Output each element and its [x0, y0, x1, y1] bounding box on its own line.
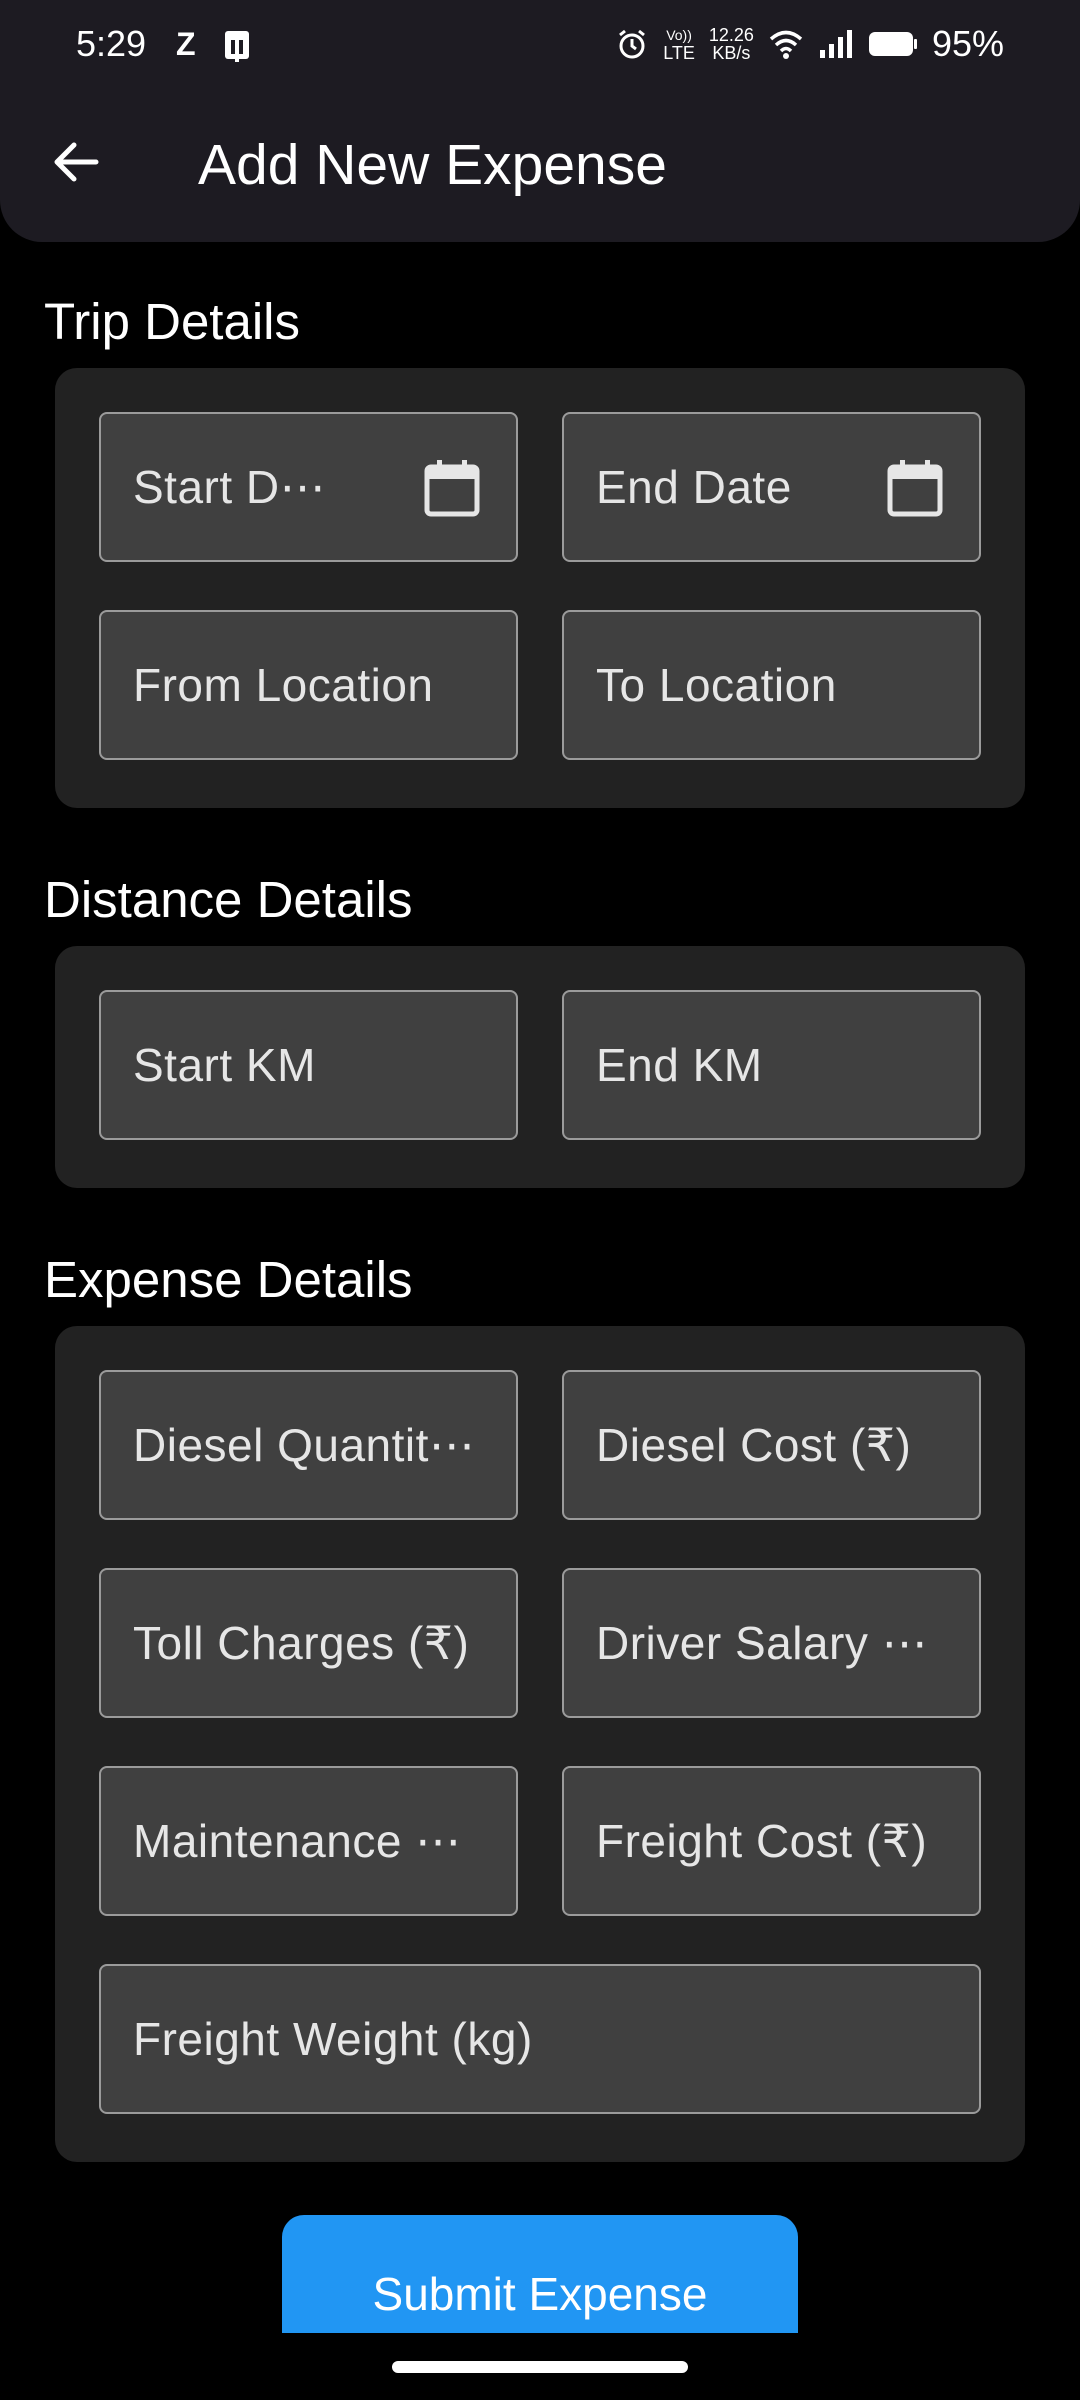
back-button[interactable]: [36, 122, 116, 202]
diesel-quantity-label: Diesel Quantit⋯: [133, 1419, 476, 1471]
battery-percent: 95%: [931, 23, 1004, 64]
maintenance-label: Maintenance ⋯: [133, 1815, 462, 1867]
signal-icon: [819, 30, 852, 58]
alarm-icon: [619, 29, 646, 59]
start-km-field[interactable]: Start KM: [99, 990, 518, 1140]
start-date-label: Start D⋯: [133, 461, 327, 513]
diesel-cost-field[interactable]: Diesel Cost (₹): [562, 1370, 981, 1520]
end-date-field[interactable]: End Date: [562, 412, 981, 562]
expense-details-heading: Expense Details: [44, 1251, 413, 1308]
freight-weight-label: Freight Weight (kg): [133, 2013, 533, 2065]
z-app-icon: Z: [176, 26, 196, 62]
network-speed: 12.26 KB/s: [709, 26, 754, 62]
freight-weight-field[interactable]: Freight Weight (kg): [99, 1964, 981, 2114]
sim-card-icon: [225, 31, 249, 62]
from-location-field[interactable]: From Location: [99, 610, 518, 760]
trip-details-heading: Trip Details: [44, 293, 300, 350]
page-title: Add New Expense: [198, 133, 667, 197]
network-speed-unit: KB/s: [712, 43, 751, 63]
to-location-field[interactable]: To Location: [562, 610, 981, 760]
status-time: 5:29: [76, 23, 147, 64]
end-km-label: End KM: [596, 1039, 763, 1091]
start-date-field[interactable]: Start D⋯: [99, 412, 518, 562]
calendar-icon[interactable]: [424, 459, 480, 517]
distance-details-heading: Distance Details: [44, 871, 413, 928]
diesel-quantity-field[interactable]: Diesel Quantit⋯: [99, 1370, 518, 1520]
battery-icon: [868, 32, 917, 56]
from-location-label: From Location: [133, 659, 434, 711]
freight-cost-field[interactable]: Freight Cost (₹): [562, 1766, 981, 1916]
end-km-field[interactable]: End KM: [562, 990, 981, 1140]
driver-salary-label: Driver Salary ⋯: [596, 1617, 929, 1669]
trip-details-card: Start D⋯ End Date From Location To Locat…: [55, 368, 1025, 808]
freight-cost-label: Freight Cost (₹): [596, 1815, 928, 1867]
status-bar: 5:29 Z Vo)) LTE 12.26 KB/s 95%: [0, 0, 1080, 88]
network-speed-value: 12.26: [708, 25, 754, 45]
maintenance-field[interactable]: Maintenance ⋯: [99, 1766, 518, 1916]
network-type: Vo)) LTE: [663, 26, 695, 62]
expense-details-card: Diesel Quantit⋯ Diesel Cost (₹) Toll Cha…: [55, 1326, 1025, 2162]
submit-expense-button[interactable]: Submit Expense: [282, 2215, 798, 2333]
diesel-cost-label: Diesel Cost (₹): [596, 1419, 912, 1471]
wifi-icon: [769, 30, 803, 59]
app-bar: Add New Expense: [0, 88, 1080, 242]
start-km-label: Start KM: [133, 1039, 316, 1091]
to-location-label: To Location: [596, 659, 837, 711]
toll-charges-label: Toll Charges (₹): [133, 1617, 470, 1669]
distance-details-card: Start KM End KM: [55, 946, 1025, 1188]
end-date-label: End Date: [596, 461, 792, 513]
lte-label: LTE: [663, 43, 695, 63]
back-arrow-icon: [54, 142, 99, 182]
calendar-icon[interactable]: [887, 459, 943, 517]
volte-label: Vo)): [666, 27, 692, 43]
toll-charges-field[interactable]: Toll Charges (₹): [99, 1568, 518, 1718]
status-icons: Vo)) LTE 12.26 KB/s 95%: [615, 18, 1004, 70]
driver-salary-field[interactable]: Driver Salary ⋯: [562, 1568, 981, 1718]
home-indicator[interactable]: [392, 2361, 688, 2373]
